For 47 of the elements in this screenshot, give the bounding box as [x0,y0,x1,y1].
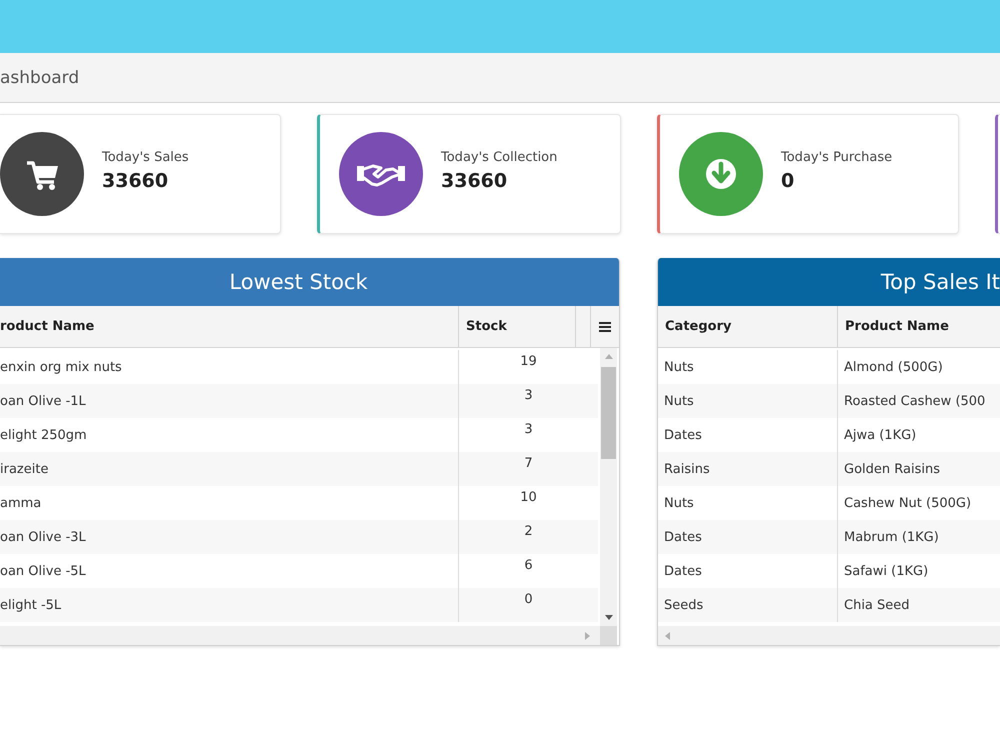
table-cell: Roasted Cashew (500 [838,384,1000,418]
table-cell: Nuts [658,384,838,418]
table-cell: elight 250gm [0,418,459,452]
stat-value: 33660 [102,170,170,192]
table-cell: 3 [459,384,598,418]
horizontal-scrollbar[interactable] [658,626,1000,645]
column-header[interactable]: Product Name [838,306,1000,347]
horizontal-scrollbar[interactable] [0,626,600,645]
panel-title: Lowest Stock [229,270,368,294]
panel-title: Top Sales It [880,270,1000,294]
scroll-left-icon[interactable] [665,632,670,640]
column-header[interactable]: Category [658,306,838,347]
vertical-scrollbar[interactable] [600,348,617,626]
scroll-up-icon[interactable] [604,354,612,359]
table-cell: oan Olive -5L [0,554,459,588]
table-cell: irazeite [0,452,459,486]
table-cell: oan Olive -1L [0,384,459,418]
column-header[interactable]: roduct Name [0,306,459,347]
table-cell: 0 [459,588,598,622]
stat-label: Today's Collection [441,150,558,165]
table-cell: Nuts [658,350,838,384]
table-cell: Nuts [658,486,838,520]
table-cell: Mabrum (1KG) [838,520,1000,554]
stat-value: 33660 [441,170,508,192]
table-cell: Seeds [658,588,838,622]
scrollbar-thumb[interactable] [601,367,616,459]
table-cell: 7 [459,452,598,486]
table-cell: Dates [658,520,838,554]
handshake-icon [339,132,423,216]
table-cell: Chia Seed [838,588,1000,622]
table-cell: enxin org mix nuts [0,350,459,384]
stat-label: Today's Purchase [781,150,892,165]
table-cell: Dates [658,418,838,452]
menu-icon [599,322,611,332]
stat-value: 0 [781,170,796,192]
table-cell: elight -5L [0,588,459,622]
table-cell: Dates [658,554,838,588]
stat-label: Today's Sales [102,150,189,165]
column-header[interactable]: Stock [459,306,576,347]
scroll-down-icon[interactable] [604,615,612,620]
table-cell: Raisins [658,452,838,486]
table-cell: 2 [459,520,598,554]
table-cell: Golden Raisins [838,452,1000,486]
scroll-right-icon[interactable] [585,632,590,640]
page-title: ashboard [0,68,80,88]
table-cell: oan Olive -3L [0,520,459,554]
table-cell: amma [0,486,459,520]
